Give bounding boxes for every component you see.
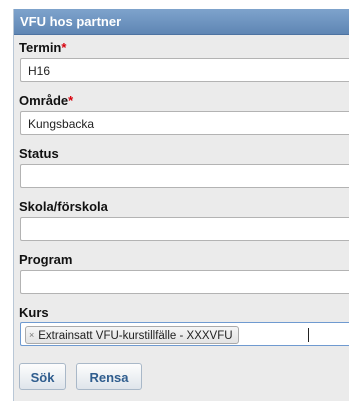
termin-value: H16: [28, 64, 51, 78]
omrade-select[interactable]: Kungsbacka: [20, 111, 349, 135]
omrade-value: Kungsbacka: [28, 117, 95, 131]
clear-button[interactable]: Rensa: [76, 363, 142, 390]
kurs-multiselect[interactable]: × Extrainsatt VFU-kurstillfälle - XXXVFU: [20, 322, 349, 346]
kurs-label: Kurs: [19, 305, 49, 320]
termin-select[interactable]: H16: [20, 58, 349, 82]
skola-select[interactable]: [20, 217, 349, 241]
status-select[interactable]: [20, 164, 349, 188]
tag-remove-icon[interactable]: ×: [29, 330, 34, 340]
kurs-tag-label: Extrainsatt VFU-kurstillfälle - XXXVFU: [38, 330, 233, 342]
text-caret: [308, 328, 309, 342]
program-select[interactable]: [20, 270, 349, 294]
omrade-required-mark: *: [68, 93, 74, 108]
omrade-label-text: Område: [19, 93, 69, 108]
kurs-tag: × Extrainsatt VFU-kurstillfälle - XXXVFU: [25, 326, 239, 344]
status-label: Status: [19, 146, 59, 161]
omrade-label: Område*: [19, 93, 73, 108]
termin-required-mark: *: [61, 40, 67, 55]
panel-title: VFU hos partner: [14, 9, 349, 35]
program-label: Program: [19, 252, 73, 267]
termin-label-text: Termin: [19, 40, 62, 55]
skola-label: Skola/förskola: [19, 199, 108, 214]
termin-label: Termin*: [19, 40, 66, 55]
search-button[interactable]: Sök: [19, 363, 66, 390]
vfu-search-panel: VFU hos partner Termin* H16 Område* Kung…: [13, 9, 349, 401]
